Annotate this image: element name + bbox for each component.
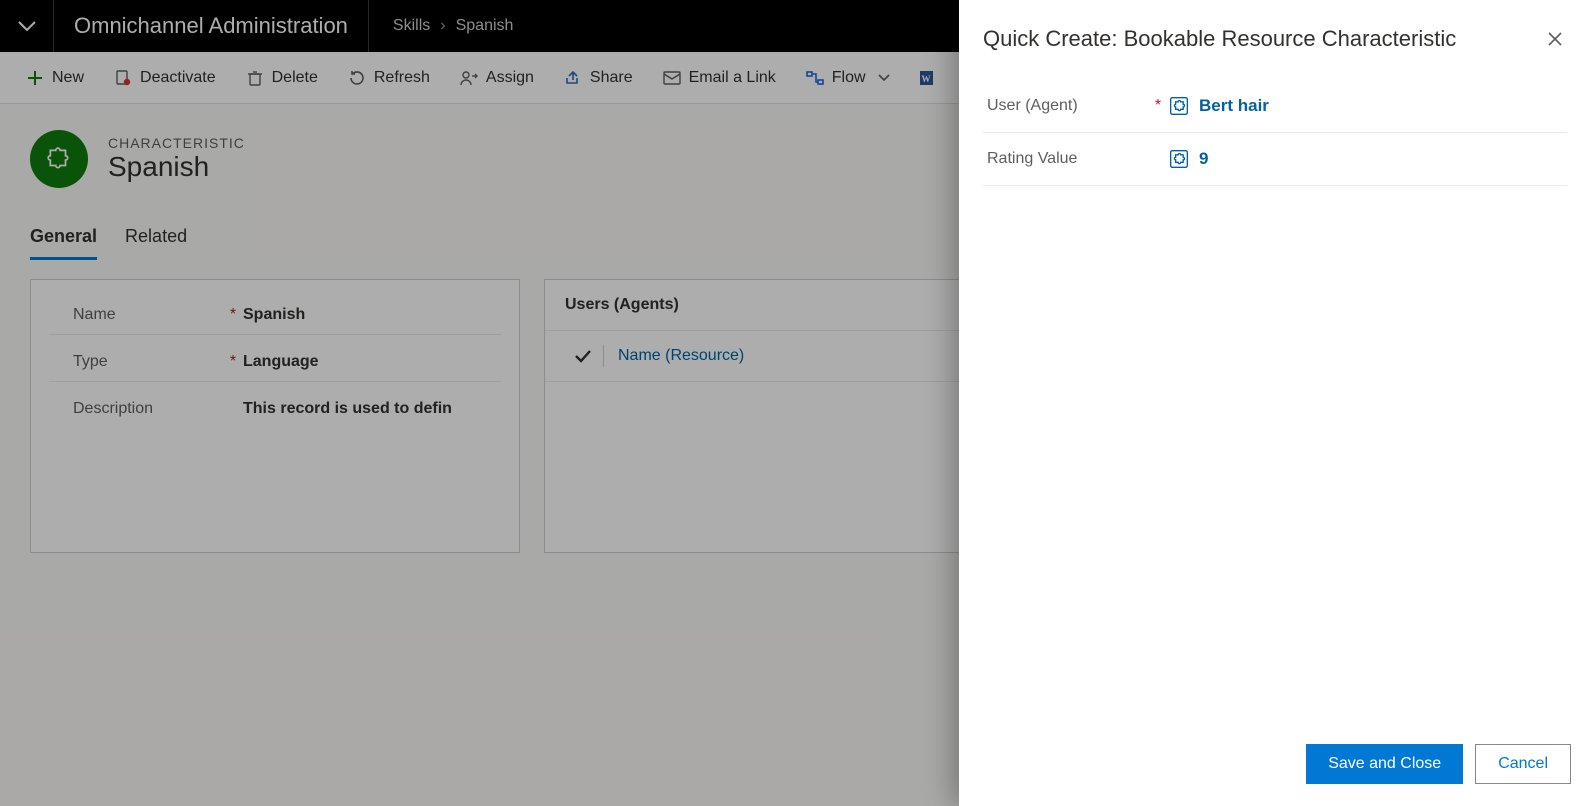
user-agent-lookup[interactable]: Bert hair — [1169, 96, 1269, 116]
user-agent-value: Bert hair — [1199, 96, 1269, 116]
puzzle-icon — [1169, 96, 1189, 116]
cancel-button[interactable]: Cancel — [1475, 744, 1571, 784]
puzzle-icon — [1169, 149, 1189, 169]
close-icon — [1547, 31, 1563, 47]
rating-value-value: 9 — [1199, 149, 1208, 169]
quick-create-panel: Quick Create: Bookable Resource Characte… — [959, 0, 1591, 806]
required-indicator: * — [1147, 97, 1169, 115]
user-agent-label: User (Agent) — [987, 97, 1147, 115]
rating-value-label: Rating Value — [987, 150, 1147, 168]
quick-create-footer: Save and Close Cancel — [959, 732, 1591, 806]
save-and-close-button[interactable]: Save and Close — [1306, 744, 1463, 784]
close-button[interactable] — [1543, 27, 1567, 51]
rating-value-lookup[interactable]: 9 — [1169, 149, 1208, 169]
quick-create-title: Quick Create: Bookable Resource Characte… — [983, 26, 1543, 52]
